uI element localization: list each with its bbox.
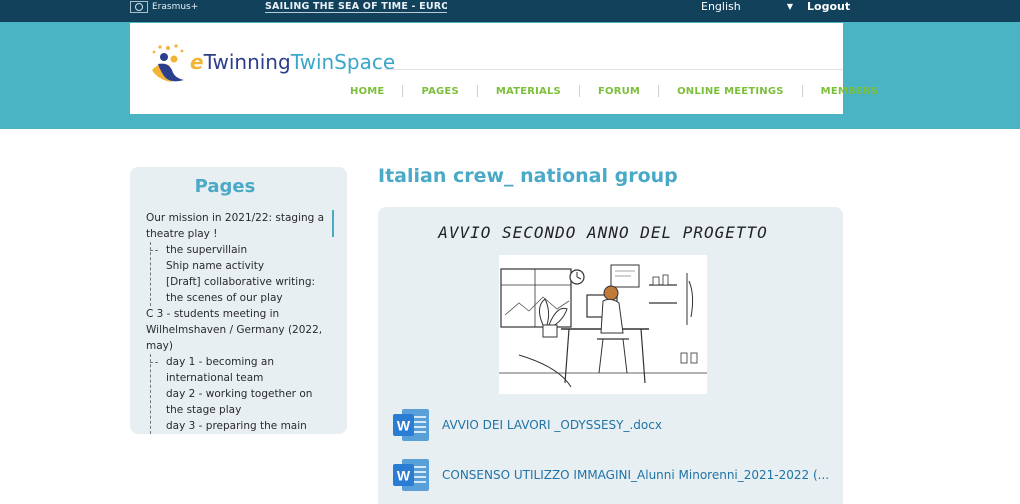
file-row: W AVVIO DEI LAVORI _ODYSSESY_.docx	[392, 407, 662, 443]
logo-twinspace: TwinSpace	[290, 50, 396, 74]
subpage-link[interactable]: day 1 - becoming an international team	[166, 354, 330, 386]
eu-flag-icon	[130, 0, 148, 13]
word-doc-icon[interactable]: W	[392, 407, 430, 443]
logout-link[interactable]: Logout	[807, 0, 850, 13]
subpage-link[interactable]: day 3 - preparing the main	[166, 418, 330, 434]
etwinning-logo-icon	[152, 44, 184, 82]
project-selector[interactable]: SAILING THE SEA OF TIME - EUROP... ⌄	[265, 0, 447, 13]
subpage-group: the supervillain Ship name activity [Dra…	[146, 242, 330, 306]
pages-tree: Our mission in 2021/22: staging a theatr…	[146, 210, 330, 434]
main-nav: HOME PAGES MATERIALS FORUM ONLINE MEETIN…	[332, 85, 896, 97]
nav-home[interactable]: HOME	[332, 86, 402, 97]
language-select[interactable]: English ▼	[701, 0, 793, 13]
nav-members[interactable]: MEMBERS	[803, 86, 897, 97]
nav-online-meetings[interactable]: ONLINE MEETINGS	[659, 86, 802, 97]
file-link[interactable]: CONSENSO UTILIZZO IMMAGINI_Alunni Minore…	[442, 468, 829, 482]
header-divider	[385, 69, 843, 70]
logo-twinning: Twinning	[203, 50, 291, 74]
logo-e: e	[190, 50, 204, 74]
caret-down-icon: ▼	[786, 1, 793, 11]
nav-pages[interactable]: PAGES	[403, 86, 476, 97]
page-title: Italian crew_ national group	[378, 165, 678, 187]
subpage-link[interactable]: day 2 - working together on the stage pl…	[166, 386, 330, 418]
subpage-link[interactable]: [Draft] collaborative writing: the scene…	[166, 274, 330, 306]
content-heading: AVVIO SECONDO ANNO DEL PROGETTO	[438, 223, 768, 242]
nav-materials[interactable]: MATERIALS	[478, 86, 579, 97]
page-link[interactable]: Our mission in 2021/22: staging a theatr…	[146, 210, 330, 242]
sidebar-title: Pages	[194, 176, 256, 197]
logo-text: eTwinningTwinSpace	[190, 50, 395, 74]
language-label: English	[701, 0, 741, 13]
subpage-link[interactable]: Ship name activity	[166, 258, 330, 274]
file-row: W CONSENSO UTILIZZO IMMAGINI_Alunni Mino…	[392, 457, 829, 493]
top-bar: Erasmus+ SAILING THE SEA OF TIME - EUROP…	[0, 0, 1020, 22]
subpage-group: day 1 - becoming an international team d…	[146, 354, 330, 434]
active-page-marker	[332, 210, 334, 237]
etwinning-logo[interactable]: eTwinningTwinSpace	[148, 40, 395, 84]
page-link[interactable]: C 3 - students meeting in Wilhelmshaven …	[146, 306, 330, 354]
erasmus-logo: Erasmus+	[130, 0, 198, 13]
svg-text:W: W	[397, 468, 411, 484]
word-doc-icon[interactable]: W	[392, 457, 430, 493]
pages-sidebar: Pages Our mission in 2021/22: staging a …	[130, 167, 347, 434]
subpage-link[interactable]: the supervillain	[166, 242, 330, 258]
illustration-image	[499, 255, 707, 394]
project-selector-label: SAILING THE SEA OF TIME - EUROP...	[265, 0, 447, 12]
svg-text:W: W	[397, 418, 411, 434]
program-label: Erasmus+	[152, 1, 199, 12]
file-link[interactable]: AVVIO DEI LAVORI _ODYSSESY_.docx	[442, 418, 662, 432]
content-card: AVVIO SECONDO ANNO DEL PROGETTO W AVVIO …	[378, 207, 843, 504]
nav-forum[interactable]: FORUM	[580, 86, 658, 97]
header-card: eTwinningTwinSpace HOME PAGES MATERIALS …	[130, 23, 878, 114]
